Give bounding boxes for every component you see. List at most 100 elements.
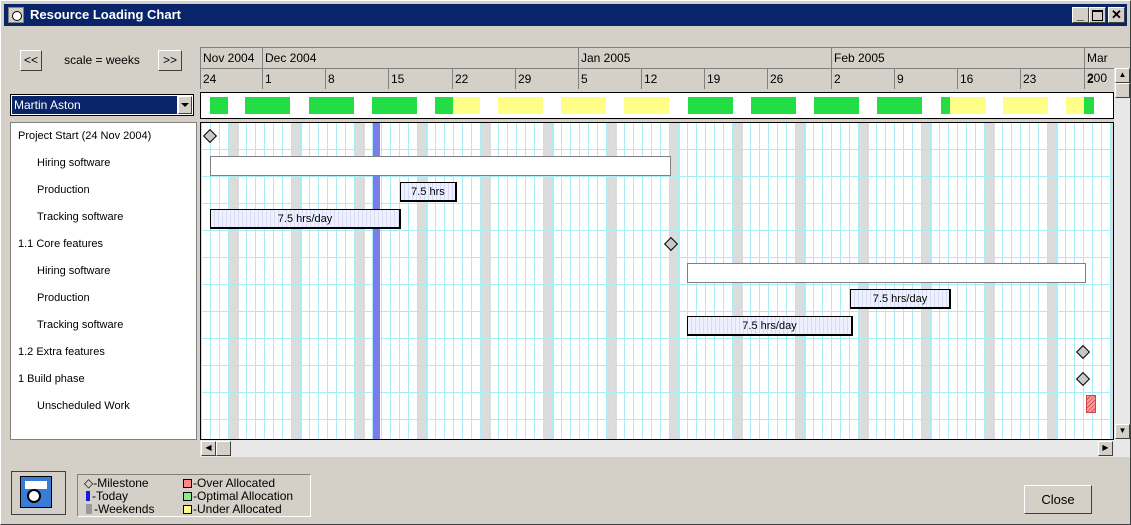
legend-weekends-label: -Weekends — [94, 502, 155, 516]
allocation-strip — [200, 92, 1114, 119]
optimal-segment — [688, 97, 733, 114]
week-label: 29 — [515, 69, 531, 89]
horizontal-scrollbar[interactable]: ◀ ▶ — [200, 440, 1130, 457]
task-bar-hiring-software[interactable] — [687, 263, 1086, 283]
row-gridline — [201, 203, 1113, 204]
month-label: Mar 200 — [1084, 48, 1130, 85]
week-label: 19 — [704, 69, 720, 89]
legend-optimal-label: -Optimal Allocation — [193, 489, 294, 503]
task-row-label[interactable]: 1.2 Extra features — [11, 339, 196, 365]
legend-optimal: -Optimal Allocation — [183, 490, 293, 502]
task-row-label[interactable]: Tracking software — [11, 312, 196, 338]
scale-label: scale = weeks — [64, 53, 140, 67]
optimal-segment — [941, 97, 950, 114]
legend-under-label: -Under Allocated — [193, 502, 282, 516]
task-row-label[interactable]: 1.1 Core features — [11, 231, 196, 257]
week-label: 9 — [894, 69, 904, 89]
row-gridline — [201, 176, 1113, 177]
legend-over: -Over Allocated — [183, 477, 275, 489]
task-row-label[interactable]: Unscheduled Work — [11, 393, 196, 419]
close-window-button[interactable]: ✕ — [1108, 7, 1125, 23]
scroll-forward-button[interactable]: >> — [158, 50, 182, 71]
week-label: 8 — [325, 69, 335, 89]
week-label: 2 — [1084, 69, 1094, 89]
diamond-icon: ◇ — [84, 476, 94, 490]
vertical-scrollbar[interactable]: ▲ ▼ — [1114, 68, 1130, 440]
resource-loading-window: Resource Loading Chart _ ✕ << scale = we… — [0, 0, 1131, 525]
row-gridline — [201, 149, 1113, 150]
week-label: 23 — [1020, 69, 1036, 89]
task-bar-tracking-software[interactable]: 7.5 hrs/day — [687, 316, 853, 336]
scroll-up-button[interactable]: ▲ — [1115, 68, 1130, 83]
legend-weekends: -Weekends — [84, 503, 154, 515]
over-allocated-block[interactable] — [1086, 395, 1096, 413]
under-segment — [624, 97, 669, 114]
month-label: Jan 2005 — [578, 48, 630, 68]
gantt-grid: 7.5 hrs 7.5 hrs/day 7.5 hrs/day 7.5 hrs/… — [200, 122, 1114, 440]
report-icon-button[interactable] — [11, 471, 66, 515]
week-label: 26 — [767, 69, 783, 89]
task-bar-hiring-software[interactable] — [210, 156, 671, 176]
task-bar-production[interactable]: 7.5 hrs/day — [850, 289, 951, 309]
title-bar: Resource Loading Chart _ ✕ — [4, 4, 1127, 26]
optimal-segment — [435, 97, 453, 114]
maximize-icon — [1092, 10, 1103, 21]
row-gridline — [201, 365, 1113, 366]
legend-under: -Under Allocated — [183, 503, 282, 515]
week-label: 5 — [578, 69, 588, 89]
task-row-label[interactable]: 1 Build phase — [11, 366, 196, 392]
today-swatch-icon — [86, 491, 90, 501]
optimal-segment — [877, 97, 922, 114]
optimal-segment — [372, 97, 417, 114]
resource-dropdown-button[interactable] — [178, 96, 192, 114]
app-icon — [8, 7, 24, 23]
task-row-label[interactable]: Project Start (24 Nov 2004) — [11, 123, 196, 149]
over-swatch-icon — [183, 479, 192, 488]
task-bar-tracking-software[interactable]: 7.5 hrs/day — [210, 209, 401, 229]
scroll-left-button[interactable]: ◀ — [201, 441, 216, 456]
row-gridline — [201, 230, 1113, 231]
week-label: 2 — [831, 69, 841, 89]
task-row-label[interactable]: Tracking software — [11, 204, 196, 230]
horizontal-scroll-thumb[interactable] — [216, 441, 231, 456]
week-label: 12 — [641, 69, 657, 89]
optimal-segment — [814, 97, 859, 114]
week-label: 16 — [957, 69, 973, 89]
milestone-diamond[interactable] — [202, 128, 218, 144]
task-name-list: Project Start (24 Nov 2004) Hiring softw… — [10, 122, 197, 440]
scroll-right-button[interactable]: ▶ — [1098, 441, 1113, 456]
week-label: 15 — [388, 69, 404, 89]
optimal-segment — [751, 97, 796, 114]
calendar-clock-icon — [20, 476, 52, 508]
milestone-diamond[interactable] — [1075, 371, 1091, 387]
scroll-down-button[interactable]: ▼ — [1115, 424, 1130, 439]
milestone-diamond[interactable] — [1075, 344, 1091, 360]
legend-today-label: -Today — [92, 489, 129, 503]
under-segment — [1066, 97, 1084, 114]
resource-select-value: Martin Aston — [12, 96, 177, 114]
task-row-label[interactable]: Hiring software — [11, 150, 196, 176]
row-gridline — [201, 311, 1113, 312]
vertical-scroll-thumb[interactable] — [1115, 83, 1130, 98]
under-segment — [453, 97, 480, 114]
close-button[interactable]: Close — [1024, 485, 1092, 514]
minimize-icon: _ — [1076, 7, 1085, 22]
under-swatch-icon — [183, 505, 192, 514]
legend-over-label: -Over Allocated — [193, 476, 276, 490]
task-row-label[interactable]: Production — [11, 285, 196, 311]
week-label: 24 — [200, 69, 216, 89]
minimize-button[interactable]: _ — [1072, 7, 1089, 23]
task-row-label[interactable]: Hiring software — [11, 258, 196, 284]
legend: ◇-Milestone -Today -Weekends -Over Alloc… — [77, 474, 311, 517]
week-label: 1 — [262, 69, 272, 89]
week-label: 22 — [452, 69, 468, 89]
optimal-swatch-icon — [183, 492, 192, 501]
under-segment — [950, 97, 986, 114]
task-row-label[interactable]: Production — [11, 177, 196, 203]
chevron-down-icon — [181, 103, 189, 107]
resource-select[interactable]: Martin Aston — [10, 94, 194, 116]
maximize-button[interactable] — [1089, 7, 1106, 23]
scroll-back-button[interactable]: << — [20, 50, 42, 71]
task-bar-production[interactable]: 7.5 hrs — [400, 182, 457, 202]
header-divider — [200, 68, 1130, 69]
